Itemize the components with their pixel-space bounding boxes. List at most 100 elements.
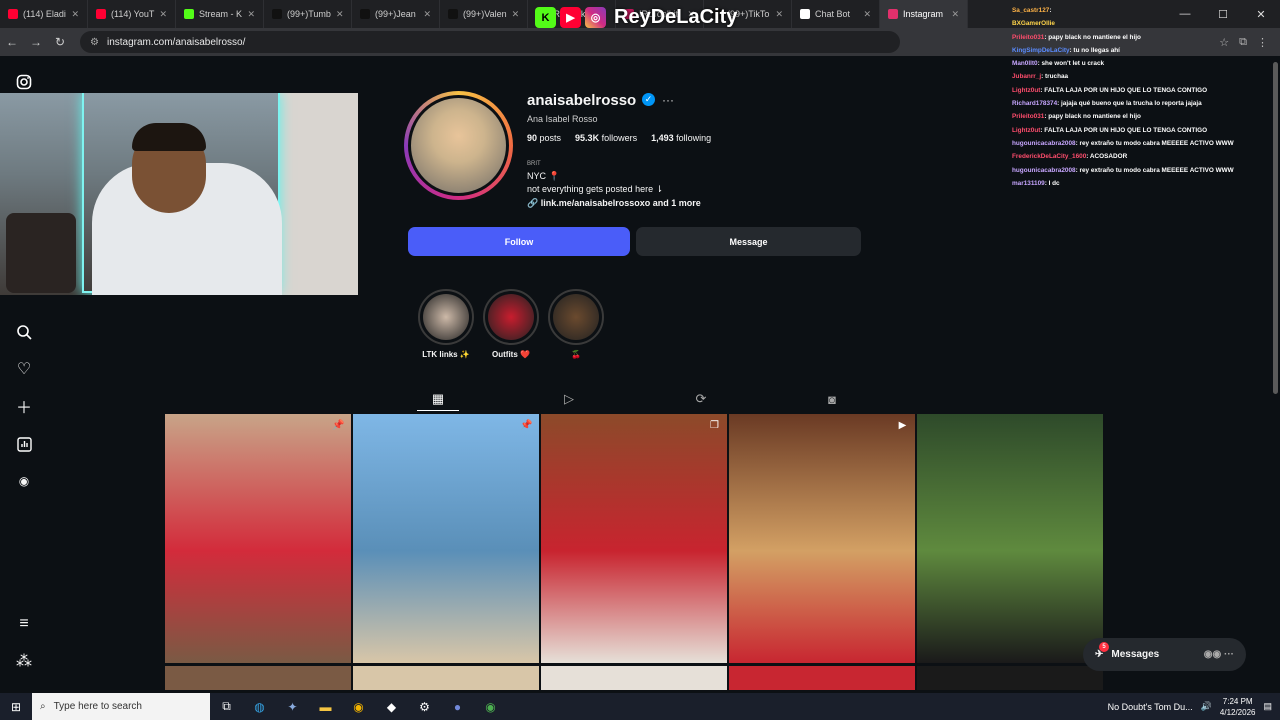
post-thumbnail[interactable] [541, 666, 727, 690]
file-explorer-icon[interactable]: ▬ [309, 693, 342, 720]
options-ellipsis-icon[interactable]: ··· [662, 93, 674, 107]
follow-button[interactable]: Follow [408, 227, 630, 256]
more-menu-icon[interactable]: ≡ [14, 614, 34, 634]
story-highlight[interactable]: 🍒 [548, 289, 604, 359]
youtube-logo-icon: ▶ [560, 7, 581, 28]
dashboard-icon[interactable] [14, 434, 34, 454]
post-thumbnail[interactable] [917, 414, 1103, 663]
tab-close-icon[interactable]: ✕ [512, 9, 520, 20]
stream-brand-overlay: K ▶ ◎ ReyDeLaCity [535, 6, 737, 29]
notifications-heart-icon[interactable]: ♡ [14, 359, 34, 379]
messages-bar[interactable]: ✈ 5 Messages ◉◉ ··· [1083, 638, 1246, 671]
edge-icon[interactable]: ◍ [243, 693, 276, 720]
tab-close-icon[interactable]: ✕ [951, 9, 959, 20]
windows-start-icon[interactable]: ⊞ [0, 700, 32, 714]
taskbar-search[interactable]: ⌕ Type here to search [32, 693, 210, 720]
steam-icon[interactable]: ⚙ [408, 693, 441, 720]
post-thumbnail[interactable]: 📌 [353, 414, 539, 663]
notifications-icon[interactable]: ▤ [1263, 701, 1272, 712]
browser-tab[interactable]: (99+)Valen ✕ [440, 0, 528, 28]
post-thumbnail[interactable] [353, 666, 539, 690]
followers-stat[interactable]: 95.3K followers [575, 133, 637, 143]
tab-favicon-icon [360, 9, 370, 19]
browser-tab[interactable]: (114) Eladi ✕ [0, 0, 88, 28]
reposts-tab-icon[interactable]: ⟳ [691, 389, 711, 409]
taskbar-search-placeholder: Type here to search [53, 701, 142, 712]
following-stat[interactable]: 1,493 following [651, 133, 711, 143]
post-thumbnail[interactable]: 📌 [165, 414, 351, 663]
chat-text: : truchaa [1041, 73, 1069, 81]
chat-text: : jajaja qué bueno que la trucha lo repo… [1057, 100, 1202, 108]
post-thumbnail[interactable] [729, 666, 915, 690]
chat-username: Lightz0ut [1012, 86, 1041, 94]
profile-username: anaisabelrosso [527, 92, 637, 109]
create-plus-icon[interactable]: ＋ [14, 396, 34, 417]
posts-grid-tab-icon[interactable]: ▦ [428, 389, 448, 409]
tab-close-icon[interactable]: ✕ [863, 9, 871, 20]
browser-tab[interactable]: (114) YouT ✕ [88, 0, 176, 28]
tab-close-icon[interactable]: ✕ [775, 9, 783, 20]
clock-time: 7:24 PM [1222, 696, 1253, 706]
taskbar-clock[interactable]: 7:24 PM 4/12/2026 [1220, 696, 1256, 718]
reels-tab-icon[interactable]: ▷ [559, 389, 579, 409]
chat-text: : papy black no mantiene el hijo [1044, 113, 1141, 121]
posts-label: posts [539, 133, 562, 143]
tab-label: (99+)Tumb [287, 9, 331, 19]
browser-tab[interactable]: (99+)Jean ✕ [352, 0, 440, 28]
profile-category: BRIT [527, 161, 541, 167]
post-thumbnail[interactable] [165, 666, 351, 690]
story-highlight[interactable]: LTK links ✨ [418, 289, 474, 359]
volume-icon[interactable]: 🔊 [1201, 701, 1212, 712]
app-icon[interactable]: ◆ [375, 693, 408, 720]
site-info-icon[interactable]: ⚙ [90, 37, 99, 48]
chat-username: FrederickDeLaCity_1600 [1012, 153, 1087, 161]
url-field[interactable]: ⚙ instagram.com/anaisabelrosso/ [80, 31, 900, 53]
post-badge-icon: ❐ [710, 420, 719, 431]
search-icon[interactable] [14, 322, 34, 342]
chat-text: : FALTA LAJA POR UN HIJO QUE LO TENGA CO… [1040, 86, 1208, 94]
tab-close-icon[interactable]: ✕ [159, 9, 167, 20]
message-button[interactable]: Message [636, 227, 861, 256]
chrome-icon[interactable]: ◉ [342, 693, 375, 720]
tab-close-icon[interactable]: ✕ [423, 9, 431, 20]
page-scrollbar[interactable] [1273, 62, 1278, 394]
chrome-active-icon[interactable]: ◉ [474, 693, 507, 720]
tab-close-icon[interactable]: ✕ [247, 9, 255, 20]
profile-avatar-icon[interactable]: ◉ [14, 471, 34, 491]
instagram-brand-icon: ◎ [585, 7, 606, 28]
tab-favicon-icon [800, 9, 810, 19]
post-thumbnail[interactable]: ❐ [541, 414, 727, 663]
browser-tab[interactable]: Stream - K ✕ [176, 0, 264, 28]
tab-favicon-icon [888, 9, 898, 19]
back-icon[interactable]: ← [0, 35, 24, 49]
forward-icon[interactable]: → [24, 35, 48, 49]
browser-tab[interactable]: Chat Bot ✕ [792, 0, 880, 28]
post-thumbnail[interactable]: ▶ [729, 414, 915, 663]
tab-close-icon[interactable]: ✕ [71, 9, 79, 20]
profile-avatar[interactable] [404, 91, 513, 200]
tab-favicon-icon [184, 9, 194, 19]
story-highlight[interactable]: Outfits ❤️ [483, 289, 539, 359]
discord-icon[interactable]: ● [441, 693, 474, 720]
tab-label: Instagram [903, 9, 944, 19]
tagged-tab-icon[interactable]: ◙ [822, 389, 842, 409]
browser-tab[interactable]: (99+)Tumb ✕ [264, 0, 352, 28]
copilot-icon[interactable]: ✦ [276, 693, 309, 720]
chat-message: hugounicacabra2008: rey extraño tu modo … [1012, 164, 1262, 177]
bio-link[interactable]: 🔗 link.me/anaisabelrossoxo and 1 more [527, 198, 701, 209]
also-from-meta-icon[interactable]: ⁂ [14, 651, 34, 671]
media-widget[interactable]: No Doubt's Tom Du... [1108, 702, 1193, 712]
task-view-icon[interactable]: ⧉ [210, 693, 243, 720]
chat-message: KingSimpDeLaCity: tu no llegas ahí [1012, 44, 1262, 57]
browser-tab[interactable]: Instagram ✕ [880, 0, 968, 28]
tab-close-icon[interactable]: ✕ [336, 9, 344, 20]
post-thumbnail[interactable] [917, 666, 1103, 690]
reload-icon[interactable]: ↻ [48, 35, 72, 49]
following-label: following [676, 133, 712, 143]
webcam-person-hair [132, 123, 206, 151]
instagram-logo-icon[interactable] [14, 72, 34, 92]
messages-label: Messages [1111, 649, 1160, 660]
tab-label: (114) Eladi [23, 9, 66, 19]
tab-label: (99+)Jean [375, 9, 416, 19]
posts-stat: 90 posts [527, 133, 561, 143]
